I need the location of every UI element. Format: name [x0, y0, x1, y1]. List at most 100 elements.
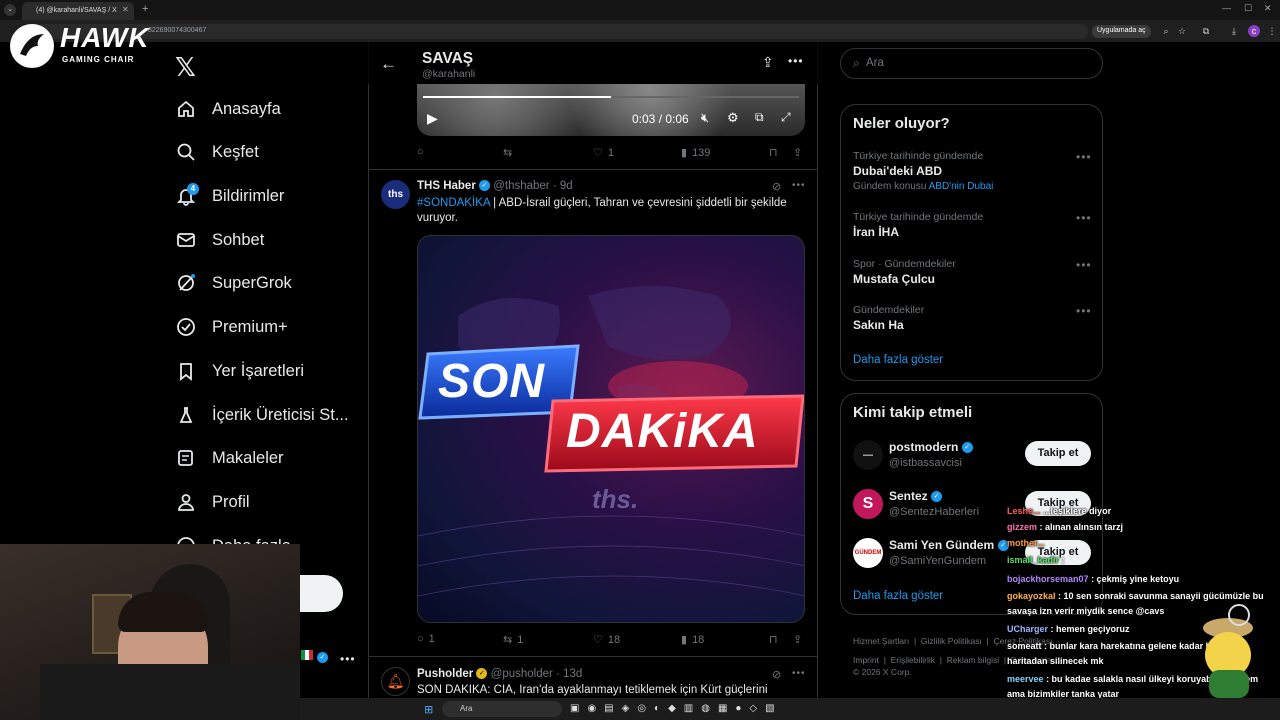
trend-more-icon[interactable]: ••• [1076, 150, 1092, 164]
grok-icon[interactable]: ⊘ [772, 668, 781, 681]
settings-icon[interactable]: ⚙ [727, 110, 739, 126]
trend-title[interactable]: Mustafa Çulcu [853, 272, 935, 286]
footer-link[interactable]: Hizmet Şartları [853, 636, 909, 646]
taskbar-search[interactable]: Ara [442, 701, 562, 717]
hashtag-link[interactable]: #SONDAKİKA [417, 197, 490, 209]
home-icon [175, 98, 197, 120]
trends-show-more-link[interactable]: Daha fazla göster [853, 354, 943, 366]
video-time: 0:03 / 0:06 [632, 112, 689, 126]
avatar[interactable]: S [853, 489, 883, 519]
footer-link[interactable]: Reklam bilgisi [947, 655, 999, 665]
maximize-icon[interactable]: ☐ [1244, 3, 1252, 14]
verified-gold-badge-icon: ✓ [476, 668, 488, 680]
webcam-feed [0, 544, 300, 720]
views-button[interactable]: ▮ 18 [681, 633, 705, 647]
download-icon[interactable]: ⤓ [1228, 25, 1240, 37]
pip-icon[interactable]: ⧉ [755, 110, 764, 125]
tab-menu-icon[interactable]: ⌄ [4, 4, 16, 16]
author-handle[interactable]: @thshaber [493, 180, 549, 192]
play-icon[interactable]: ▶ [427, 110, 438, 127]
tab-close-icon[interactable]: ✕ [122, 5, 129, 14]
taskbar-search-placeholder: Ara [460, 704, 473, 713]
browser-tab[interactable]: (4) @karahanli/SAVAŞ / X [22, 2, 134, 20]
avatar[interactable]: 🔔︎ [381, 667, 410, 696]
trend-more-icon[interactable]: ••• [1076, 304, 1092, 318]
zoom-icon[interactable]: ⌕ [1160, 25, 1172, 37]
new-tab-icon[interactable]: + [142, 3, 148, 15]
footer-link[interactable]: Erişilebilirlik [891, 655, 935, 665]
views-button[interactable]: ▮ 139 [681, 146, 710, 160]
like-button[interactable]: ♡ 1 [593, 146, 614, 160]
post-time[interactable]: 13d [563, 668, 582, 680]
sidebar-item-supergrok[interactable]: SuperGrok [175, 270, 292, 296]
extensions-icon[interactable]: ⧉ [1200, 25, 1212, 37]
author-name[interactable]: THS Haber [417, 180, 476, 192]
account-menu-icon[interactable]: ••• [340, 652, 356, 666]
sidebar-item-home[interactable]: Anasayfa [175, 96, 281, 122]
post-time[interactable]: 9d [560, 180, 573, 192]
trend-title[interactable]: Sakın Ha [853, 318, 904, 332]
avatar[interactable]: ths [381, 180, 410, 209]
address-bar[interactable]: 822690074300467 [28, 24, 1088, 39]
suggested-user-name[interactable]: Sami Yen Gündem ✓ [889, 538, 1009, 552]
windows-start-icon[interactable]: ⊞ [424, 703, 433, 716]
who-to-follow-show-more-link[interactable]: Daha fazla göster [853, 590, 943, 602]
search-input[interactable]: Ara [866, 57, 884, 69]
mute-icon[interactable]: 🔇︎ [701, 110, 709, 126]
video-progress-track[interactable] [423, 96, 799, 98]
post-image[interactable]: SON DAKiKA ths. [417, 235, 805, 623]
repost-button[interactable]: ⇆ 1 [503, 633, 523, 647]
share-post-button[interactable]: ⇪ [793, 146, 802, 159]
post-more-icon[interactable]: ••• [792, 668, 806, 679]
tab-strip: ⌄ (4) @karahanli/SAVAŞ / X ✕ + — ☐ ✕ [0, 0, 1280, 20]
footer-link[interactable]: Gizlilik Politikası [921, 636, 982, 646]
sidebar-item-bookmarks[interactable]: Yer İşaretleri [175, 358, 304, 384]
trend-context-link[interactable]: ABD'nin Dubai [929, 181, 994, 192]
open-in-app-button[interactable]: Uygulamada aç [1092, 25, 1151, 38]
post-button[interactable] [300, 575, 343, 612]
sidebar-item-premium[interactable]: Premium+ [175, 314, 288, 340]
grok-icon[interactable]: ⊘ [772, 180, 781, 193]
follow-button[interactable]: Takip et [1025, 441, 1091, 466]
like-button[interactable]: ♡ 18 [593, 633, 620, 647]
reply-button[interactable]: ○ 1 [417, 633, 435, 645]
sidebar-item-articles[interactable]: Makaleler [175, 445, 284, 471]
sidebar-item-profile[interactable]: Profil [175, 489, 250, 515]
trend-title[interactable]: Dubai'deki ABD [853, 164, 942, 178]
grok-icon [175, 272, 197, 294]
avatar[interactable]: GÜNDEM [853, 538, 883, 568]
author-name[interactable]: Pusholder [417, 668, 473, 680]
repost-button[interactable]: ⇆ [503, 146, 512, 159]
share-icon[interactable]: ⇪ [762, 54, 774, 71]
browser-menu-icon[interactable]: ⋮ [1266, 25, 1278, 37]
star-icon[interactable]: ☆ [1176, 25, 1188, 37]
more-options-icon[interactable]: ••• [788, 54, 804, 68]
x-logo-icon[interactable]: 𝕏 [175, 52, 196, 83]
share-icon: ⇪ [793, 634, 803, 646]
sidebar-item-messages[interactable]: Sohbet [175, 227, 264, 253]
profile-avatar-icon[interactable]: c [1248, 25, 1260, 37]
suggested-user-name[interactable]: postmodern ✓ [889, 440, 973, 454]
bookmark-button[interactable]: ⊓ [769, 146, 778, 159]
taskbar-app-icons[interactable]: ▣◉▤◈◎◐◆▥◍▦●◇▧ [570, 703, 850, 714]
back-arrow-icon[interactable]: ← [380, 54, 397, 74]
search-box[interactable]: ⌕ Ara [840, 48, 1103, 79]
footer-link[interactable]: Imprint [853, 655, 879, 665]
bookmark-button[interactable]: ⊓ [769, 633, 778, 646]
minimize-icon[interactable]: — [1222, 3, 1231, 13]
fullscreen-icon[interactable]: ⤢ [781, 110, 791, 125]
view-count: 18 [692, 633, 705, 646]
trend-more-icon[interactable]: ••• [1076, 258, 1092, 272]
suggested-user-name[interactable]: Sentez ✓ [889, 489, 943, 503]
post-more-icon[interactable]: ••• [792, 180, 806, 191]
video-player[interactable]: ▶ 0:03 / 0:06 🔇︎ ⚙ ⧉ ⤢ [417, 84, 805, 136]
sidebar-item-creator-studio[interactable]: İçerik Üreticisi St... [175, 402, 349, 428]
trend-title[interactable]: İran İHA [853, 225, 899, 239]
share-post-button[interactable]: ⇪ [793, 633, 802, 646]
reply-button[interactable]: ○ [417, 146, 424, 158]
window-close-icon[interactable]: ✕ [1264, 3, 1272, 14]
trend-more-icon[interactable]: ••• [1076, 211, 1092, 225]
sidebar-item-explore[interactable]: Keşfet [175, 139, 259, 165]
author-handle[interactable]: @pusholder [491, 668, 553, 680]
avatar[interactable]: ▬▬ [853, 440, 883, 470]
